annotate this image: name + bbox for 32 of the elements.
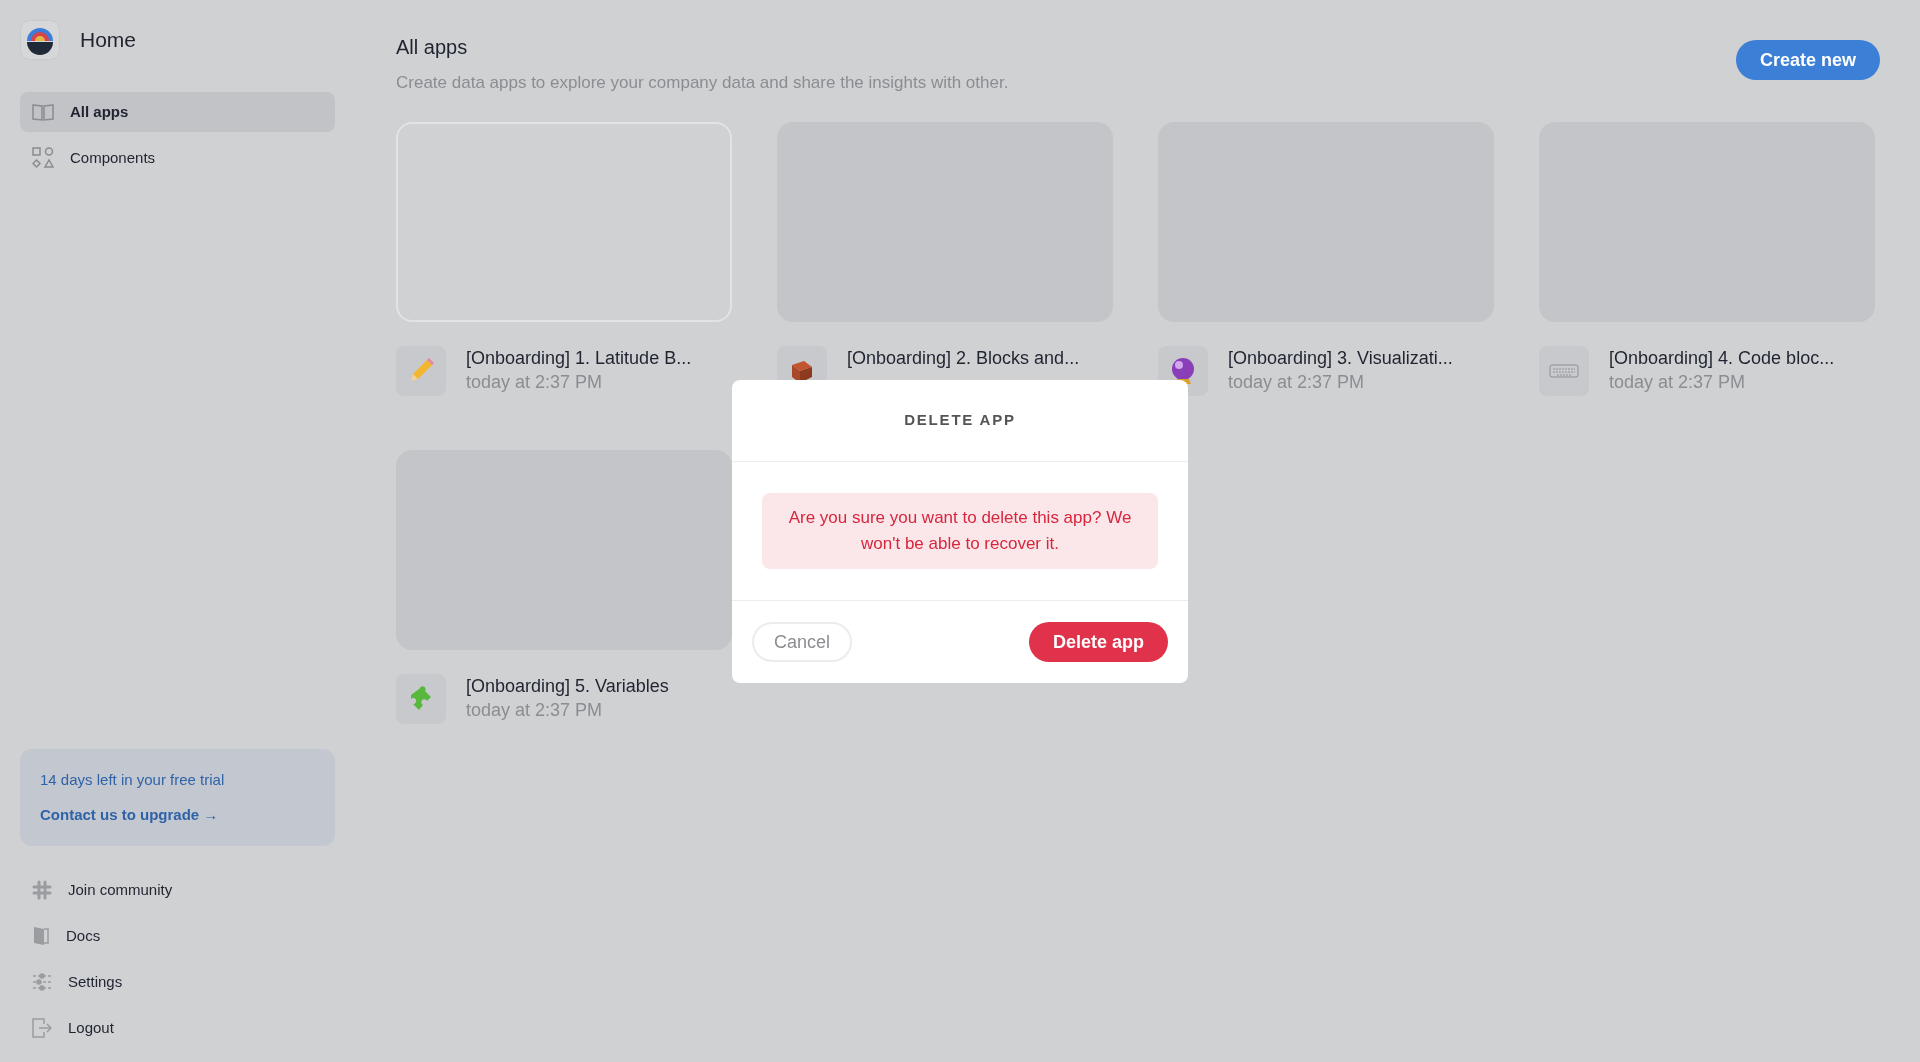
sidebar-link[interactable]: Logout <box>20 1010 336 1046</box>
delete-app-button[interactable]: Delete app <box>1028 622 1168 662</box>
app-time: today at 2:37 PM <box>1609 370 1747 394</box>
nav-item[interactable]: Components <box>20 138 335 178</box>
hash-icon <box>32 880 52 900</box>
app-name[interactable]: [Onboarding] 5. Variables <box>466 673 669 698</box>
sliders-icon <box>32 973 52 991</box>
app-name[interactable]: [Onboarding] 4. Code bloc... <box>1609 345 1835 370</box>
app-name[interactable]: [Onboarding] 1. Latitude B... <box>466 345 692 370</box>
book-icon <box>32 103 54 121</box>
sidebar-link[interactable]: Join community <box>20 872 336 908</box>
shapes-icon <box>32 147 54 169</box>
app-time: today at 2:37 PM <box>1228 370 1366 394</box>
app-name[interactable]: [Onboarding] 2. Blocks and... <box>847 345 1080 370</box>
dialog-title: DELETE APP <box>904 410 1016 431</box>
logout-icon <box>32 1018 52 1038</box>
home-title: Home <box>80 27 137 54</box>
nav-item[interactable]: All apps <box>20 92 335 132</box>
warning-message: Are you sure you want to delete this app? We won't be able to recover it. <box>762 493 1158 569</box>
page-subtitle: Create data apps to explore your company data and share the insights with other. <box>396 72 1009 94</box>
app-name[interactable]: [Onboarding] 3. Visualizati... <box>1228 345 1453 370</box>
sidebar-link[interactable]: Settings <box>20 964 336 1000</box>
page-title: All apps <box>396 35 469 60</box>
app-thumbnail[interactable] <box>396 449 732 650</box>
trial-text: 14 days left in your free trial <box>40 770 226 790</box>
sidebar-link[interactable]: Docs <box>20 918 336 954</box>
create-new-button[interactable]: Create new <box>1735 40 1880 80</box>
logo-icon <box>20 20 60 60</box>
app-time: today at 2:37 PM <box>466 370 604 394</box>
app-time: today at 2:37 PM <box>466 698 604 722</box>
upgrade-link[interactable]: Contact us to upgrade → <box>40 803 315 826</box>
door-icon <box>32 926 50 946</box>
